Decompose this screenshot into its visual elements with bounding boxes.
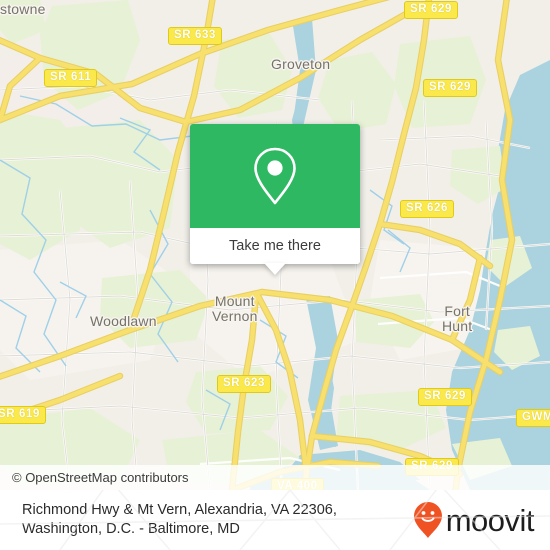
road-shield-sr629-north: SR 629 [404, 1, 458, 19]
road-shield-sr629-upper: SR 629 [423, 79, 477, 97]
take-me-there-label: Take me there [229, 238, 321, 254]
card-pointer-tail [264, 263, 286, 275]
card-footer[interactable]: Take me there [190, 228, 360, 275]
moovit-wordmark: moovit [445, 502, 535, 538]
road-shield-sr629-mid: SR 629 [418, 388, 472, 406]
map-pin-icon [254, 147, 296, 205]
card-header [190, 124, 360, 228]
road-shield-sr633: SR 633 [168, 27, 222, 45]
footer-bar: Richmond Hwy & Mt Vern, Alexandria, VA 2… [0, 490, 550, 550]
moovit-pin-smiley-icon [413, 502, 442, 538]
map-canvas[interactable]: stowne Groveton Woodlawn Mount Vernon Fo… [0, 0, 550, 490]
location-title: Richmond Hwy & Mt Vern, Alexandria, VA 2… [22, 502, 337, 537]
take-me-there-card[interactable]: Take me there [190, 124, 360, 275]
road-shield-sr619: SR 619 [0, 406, 46, 424]
screenshot-root: stowne Groveton Woodlawn Mount Vernon Fo… [0, 0, 550, 550]
road-shield-gwmp: GWMP [516, 409, 550, 427]
moovit-logo: moovit [413, 501, 535, 539]
map-attribution[interactable]: © OpenStreetMap contributors [0, 465, 550, 490]
attribution-text: © OpenStreetMap contributors [12, 470, 189, 485]
road-shield-sr623: SR 623 [217, 375, 271, 393]
road-shield-sr626: SR 626 [400, 200, 454, 218]
road-shield-sr611: SR 611 [44, 69, 98, 87]
